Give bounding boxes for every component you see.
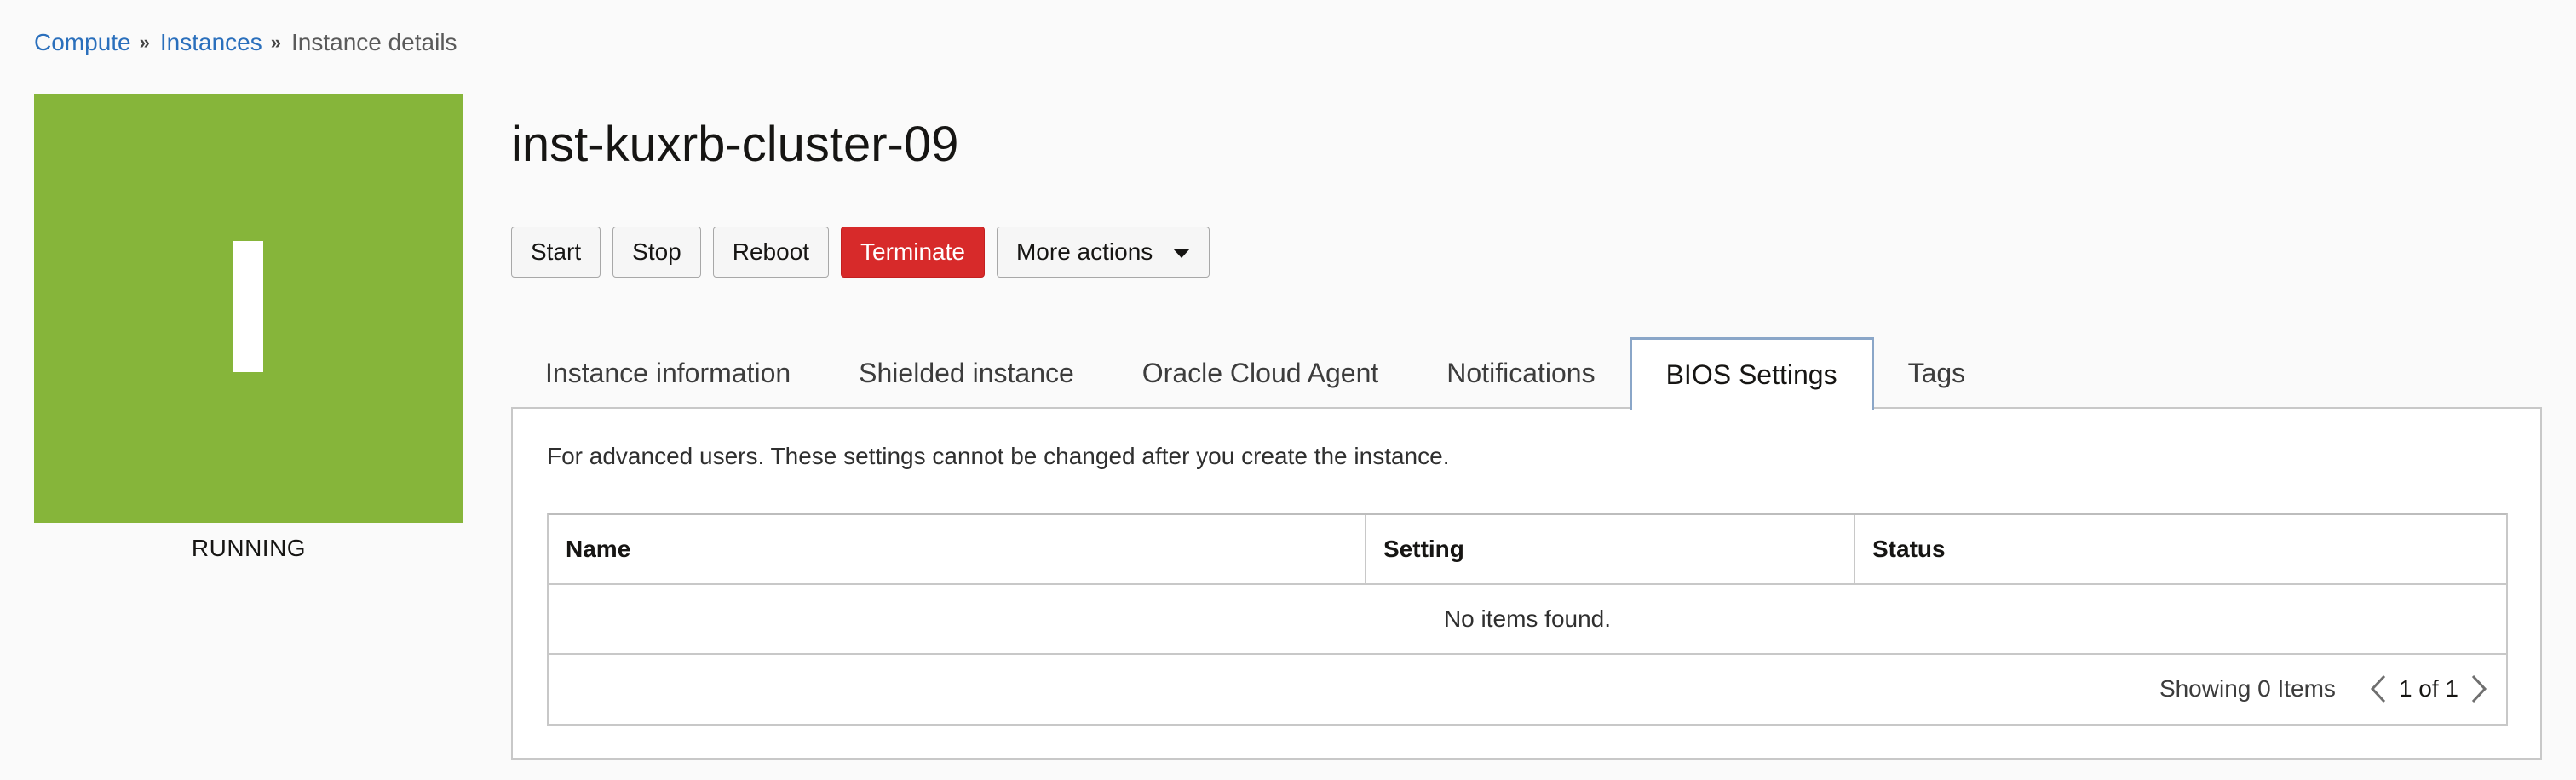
page-title: inst-kuxrb-cluster-09 bbox=[511, 117, 959, 172]
column-header-setting[interactable]: Setting bbox=[1365, 515, 1854, 583]
column-header-status[interactable]: Status bbox=[1854, 515, 2506, 583]
next-page-icon[interactable] bbox=[2467, 672, 2491, 706]
breadcrumb-separator: » bbox=[270, 32, 281, 53]
breadcrumb-separator: » bbox=[139, 32, 150, 53]
tab-notifications[interactable]: Notifications bbox=[1412, 337, 1629, 409]
stop-button[interactable]: Stop bbox=[612, 227, 701, 278]
breadcrumb-compute-link[interactable]: Compute bbox=[34, 29, 131, 56]
column-header-name[interactable]: Name bbox=[549, 515, 1365, 583]
action-toolbar: Start Stop Reboot Terminate More actions bbox=[511, 227, 1210, 278]
breadcrumb-instances-link[interactable]: Instances bbox=[160, 29, 262, 56]
breadcrumb: Compute » Instances » Instance details bbox=[34, 27, 457, 58]
table-header: Name Setting Status bbox=[549, 515, 2506, 585]
breadcrumb-current: Instance details bbox=[290, 29, 457, 55]
tab-bar: Instance information Shielded instance O… bbox=[511, 337, 2000, 410]
more-actions-label: More actions bbox=[1015, 238, 1153, 265]
tab-instance-information[interactable]: Instance information bbox=[511, 337, 825, 409]
previous-page-icon[interactable] bbox=[2366, 672, 2390, 706]
start-button[interactable]: Start bbox=[511, 227, 601, 278]
item-count: Showing 0 Items bbox=[2159, 675, 2336, 702]
panel-description: For advanced users. These settings canno… bbox=[547, 443, 1450, 469]
table-footer: Showing 0 Items 1 of 1 bbox=[549, 655, 2506, 723]
caret-down-icon bbox=[1173, 248, 1191, 258]
bios-settings-panel: For advanced users. These settings canno… bbox=[511, 407, 2542, 760]
instance-status-tile bbox=[34, 94, 463, 523]
instance-status-label: RUNNING bbox=[191, 535, 307, 561]
tab-tags[interactable]: Tags bbox=[1874, 337, 2000, 409]
empty-state-message: No items found. bbox=[549, 585, 2506, 655]
page-indicator: 1 of 1 bbox=[2398, 675, 2458, 702]
tab-bios-settings[interactable]: BIOS Settings bbox=[1629, 337, 1874, 410]
more-actions-button[interactable]: More actions bbox=[996, 227, 1210, 278]
instance-glyph-icon bbox=[233, 241, 263, 372]
bios-settings-table: Name Setting Status No items found. Show… bbox=[547, 513, 2508, 726]
tab-oracle-cloud-agent[interactable]: Oracle Cloud Agent bbox=[1108, 337, 1413, 409]
tab-shielded-instance[interactable]: Shielded instance bbox=[825, 337, 1108, 409]
reboot-button[interactable]: Reboot bbox=[712, 227, 830, 278]
terminate-button[interactable]: Terminate bbox=[841, 227, 985, 278]
